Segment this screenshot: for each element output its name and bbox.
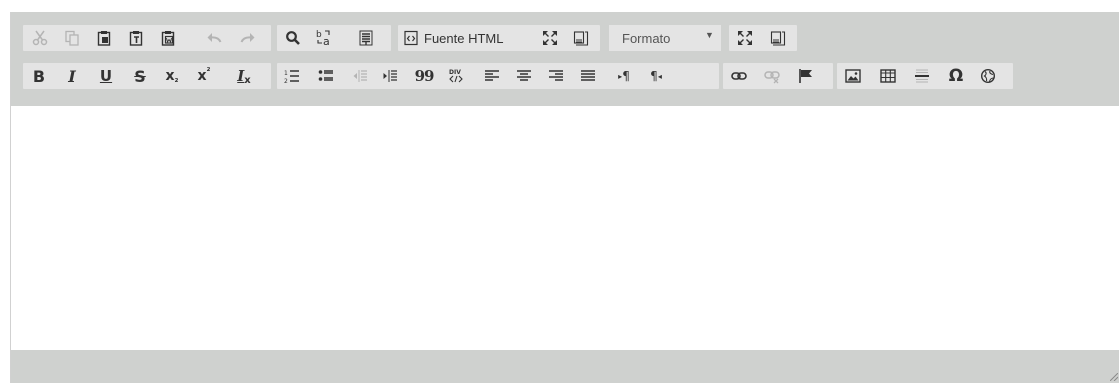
undo-icon[interactable]	[201, 25, 227, 51]
div-icon[interactable]: DIV	[443, 63, 469, 89]
italic-icon[interactable]: I	[59, 63, 85, 89]
remove-format-icon[interactable]: Ix	[231, 63, 257, 89]
redo-icon[interactable]	[235, 25, 261, 51]
svg-text:2: 2	[284, 78, 288, 84]
horizontal-rule-icon[interactable]	[909, 63, 935, 89]
paste-word-icon[interactable]	[155, 25, 181, 51]
strikethrough-icon[interactable]: S	[127, 63, 153, 89]
bulleted-list-icon[interactable]	[313, 63, 339, 89]
image-icon[interactable]	[840, 63, 866, 89]
numbered-list-icon[interactable]: 12	[279, 63, 305, 89]
format-dropdown[interactable]: Formato ▼	[609, 25, 721, 51]
basic-styles-group: B I U S x₂ x² Ix	[23, 63, 271, 89]
paragraph-group: 12 99 DIV ▸ ¶ ¶ ◂	[277, 63, 719, 89]
paste-icon[interactable]	[91, 25, 117, 51]
editor-bottom-bar	[11, 350, 1119, 383]
maximize-icon[interactable]	[537, 25, 563, 51]
find-icon[interactable]	[280, 25, 306, 51]
justify-icon[interactable]	[575, 63, 601, 89]
link-icon[interactable]	[726, 63, 752, 89]
source-button[interactable]: Fuente HTML	[403, 25, 521, 51]
bold-icon[interactable]: B	[26, 63, 52, 89]
align-center-icon[interactable]	[511, 63, 537, 89]
format-label: Formato	[622, 31, 671, 46]
align-left-icon[interactable]	[479, 63, 505, 89]
show-blocks-icon[interactable]	[568, 25, 594, 51]
clipboard-group	[23, 25, 271, 51]
special-char-icon[interactable]: Ω	[943, 63, 969, 89]
unlink-icon[interactable]	[759, 63, 785, 89]
select-all-icon[interactable]	[353, 25, 379, 51]
insert-group: Ω	[837, 63, 1013, 89]
svg-text:1: 1	[284, 70, 288, 77]
paste-text-icon[interactable]	[123, 25, 149, 51]
rich-text-editor: ba Fuente HTML Formato ▼ B I U S x ₂ x ²…	[10, 12, 1119, 383]
superscript-icon[interactable]: x²	[191, 63, 217, 89]
editor-content-area[interactable]	[11, 106, 1119, 350]
blockquote-icon[interactable]: 99	[411, 63, 437, 89]
indent-icon[interactable]	[377, 63, 403, 89]
document-group: Fuente HTML	[398, 25, 600, 51]
align-right-icon[interactable]	[543, 63, 569, 89]
editor-toolbar: ba Fuente HTML Formato ▼ B I U S x ₂ x ²…	[11, 12, 1119, 106]
editing-group: ba	[277, 25, 391, 51]
resize-handle-icon[interactable]	[1110, 373, 1118, 381]
iframe-icon[interactable]	[975, 63, 1001, 89]
outdent-icon[interactable]	[347, 63, 373, 89]
copy-icon[interactable]	[59, 25, 85, 51]
underline-icon[interactable]: U	[93, 63, 119, 89]
source-label: Fuente HTML	[424, 30, 504, 46]
show-blocks-icon[interactable]	[765, 25, 791, 51]
chevron-down-icon: ▼	[705, 30, 714, 40]
tools-group	[729, 25, 797, 51]
bidi-ltr-icon[interactable]: ▸ ¶	[611, 63, 637, 89]
bidi-rtl-icon[interactable]: ¶ ◂	[643, 63, 669, 89]
maximize-icon[interactable]	[732, 25, 758, 51]
svg-text:DIV: DIV	[449, 69, 461, 76]
cut-icon[interactable]	[27, 25, 53, 51]
links-group	[723, 63, 833, 89]
anchor-icon[interactable]	[793, 63, 819, 89]
replace-icon[interactable]: ba	[311, 25, 337, 51]
source-icon	[404, 30, 418, 46]
subscript-icon[interactable]: x₂	[159, 63, 185, 89]
svg-text:b: b	[316, 30, 322, 40]
svg-text:a: a	[323, 35, 330, 47]
table-icon[interactable]	[875, 63, 901, 89]
